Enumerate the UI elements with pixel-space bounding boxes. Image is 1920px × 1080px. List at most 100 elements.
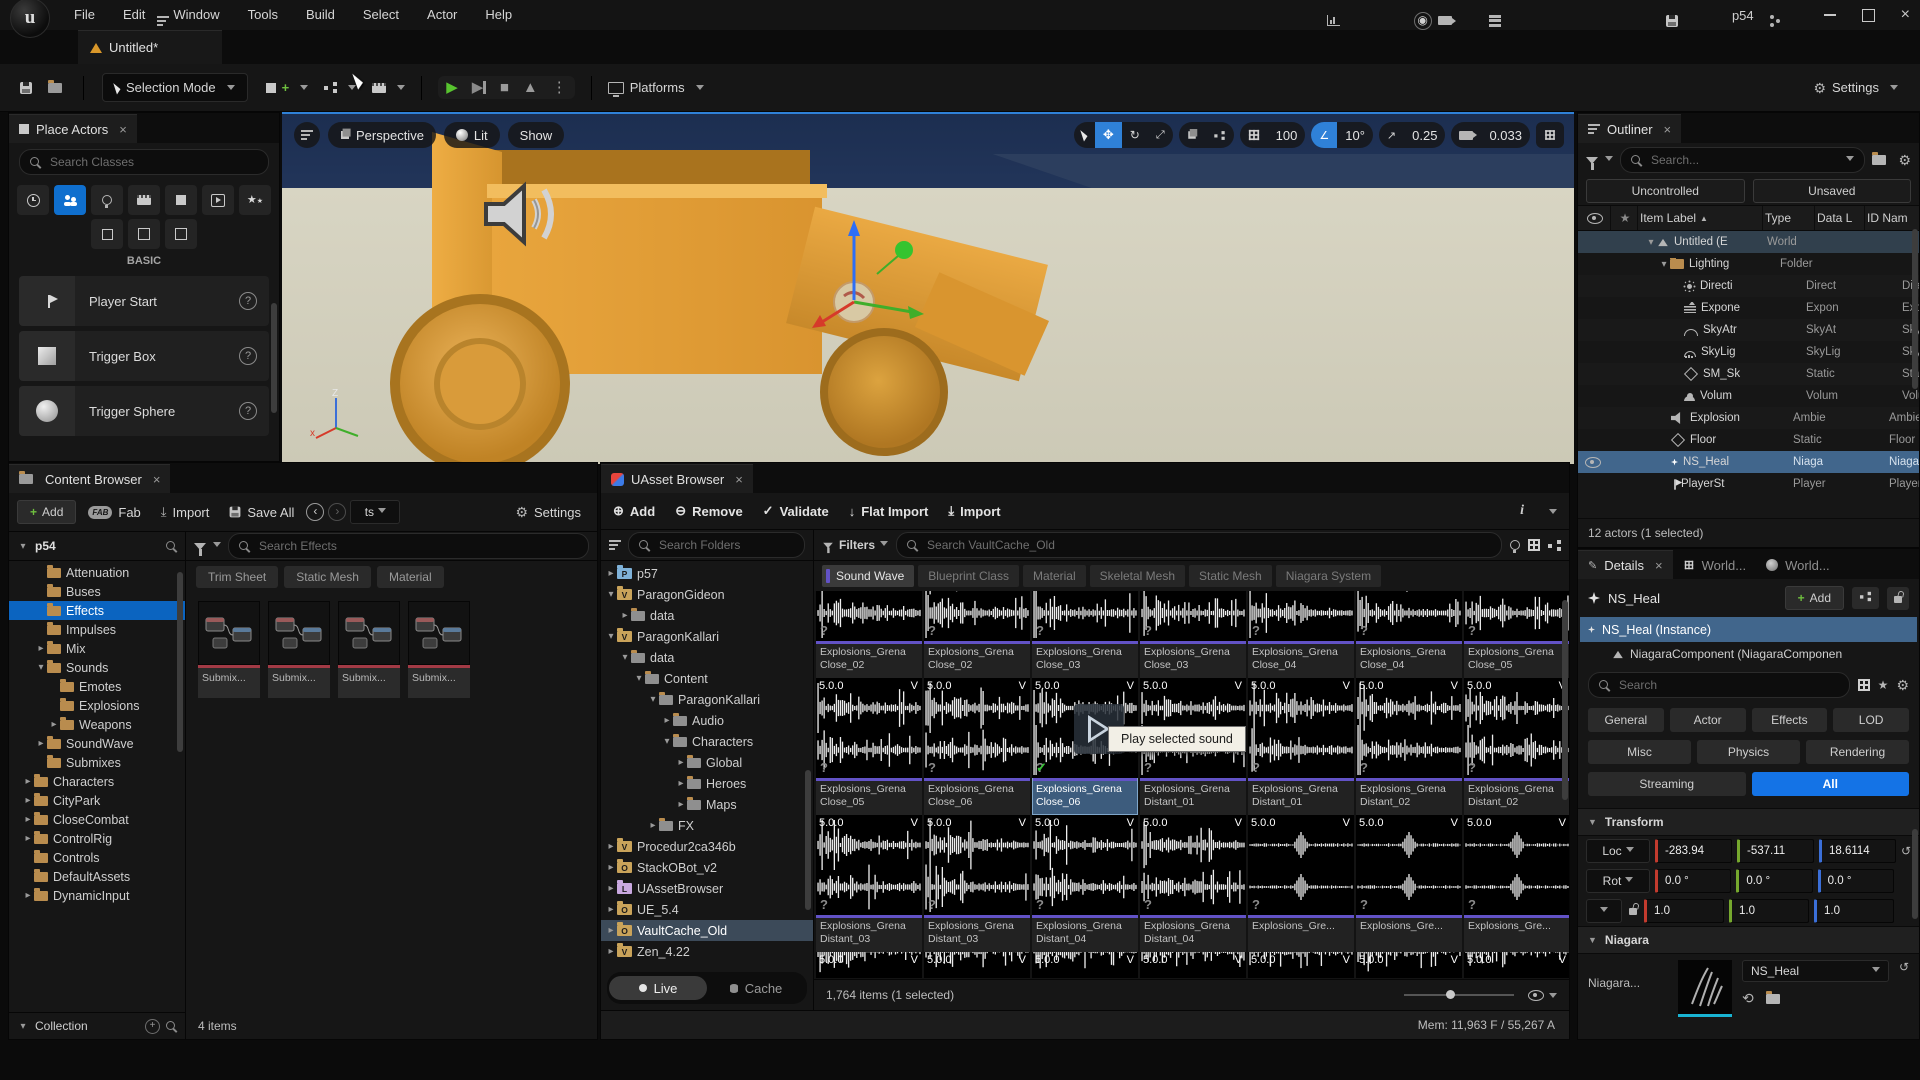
sound-asset-tile[interactable]: 5.0.0V? Explosions_GrenaDistant_01 — [1248, 678, 1354, 815]
sound-asset-tile[interactable]: 5.0.0V? Explosions_GrenaDistant_02 — [1464, 678, 1569, 815]
help-icon[interactable]: ? — [239, 347, 257, 365]
outliner-row[interactable]: Floor Static Floor — [1578, 429, 1919, 451]
sound-asset-tile[interactable]: ? Explosions_GrenaClose_02 — [816, 591, 922, 678]
id-name-column-header[interactable]: ID Nam — [1865, 206, 1919, 230]
skip-button[interactable]: ▶ — [472, 80, 486, 95]
display-options-icon[interactable] — [1858, 679, 1870, 691]
sound-asset-tile[interactable]: 5.0.0V — [1248, 952, 1354, 978]
vault-folder-Maps[interactable]: ▸Maps — [601, 794, 813, 815]
sound-asset-tile[interactable]: ? Explosions_GrenaClose_04 — [1356, 591, 1462, 678]
folder-Effects[interactable]: Effects — [9, 601, 185, 620]
sound-asset-tile[interactable]: 5.0.0V — [1464, 952, 1569, 978]
submix-asset-tile[interactable]: Submix... — [338, 601, 400, 698]
sound-asset-tile[interactable]: 5.0.0V — [1140, 952, 1246, 978]
search-classes-field[interactable] — [19, 149, 269, 175]
data-layer-column-header[interactable]: Data L — [1815, 206, 1865, 230]
content-settings-dropdown[interactable]: ⚙Settings — [507, 499, 589, 526]
chevron-down-icon[interactable] — [1549, 509, 1557, 518]
grid-snap-toggle[interactable] — [1240, 122, 1268, 148]
folder-Mix[interactable]: ▸Mix — [9, 639, 185, 658]
filter-chip-static-mesh[interactable]: Static Mesh — [284, 566, 371, 588]
live-toggle[interactable]: Live — [609, 976, 707, 1000]
details-chip-effects[interactable]: Effects — [1752, 708, 1828, 732]
view-options-icon[interactable] — [1528, 990, 1544, 1001]
surface-snap-toggle[interactable] — [1205, 122, 1234, 148]
sound-asset-tile[interactable]: 5.0.0V? Explosions_Gre... — [1248, 815, 1354, 952]
vault-folder-Content[interactable]: ▾Content — [601, 668, 813, 689]
sound-asset-tile[interactable]: 5.0.0V? Explosions_GrenaDistant_03 — [816, 815, 922, 952]
browse-button[interactable] — [40, 77, 75, 99]
transform-gizmo[interactable] — [782, 200, 952, 350]
sound-asset-tile[interactable]: 5.0.0V — [924, 952, 1030, 978]
stop-button[interactable]: ■ — [500, 80, 509, 95]
outliner-row[interactable]: Explosion Ambie Ambie — [1578, 407, 1919, 429]
vault-folder-ParagonKallari[interactable]: ▾ParagonKallari — [601, 689, 813, 710]
cinematics-dropdown[interactable] — [364, 75, 413, 100]
niagara-thumbnail[interactable] — [1678, 960, 1732, 1017]
sound-asset-tile[interactable]: ? Explosions_GrenaClose_04 — [1248, 591, 1354, 678]
filter-chip-trim-sheet[interactable]: Trim Sheet — [196, 566, 278, 588]
menu-build[interactable]: Build — [292, 0, 349, 30]
info-icon[interactable]: i — [1520, 503, 1524, 519]
submix-asset-tile[interactable]: Submix... — [408, 601, 470, 698]
category-cinematic-icon[interactable] — [128, 185, 160, 215]
level-tab[interactable]: Untitled* — [78, 30, 222, 64]
vault-folder-UAssetBrowser[interactable]: ▸LUAssetBrowser — [601, 878, 813, 899]
camera-speed-value[interactable]: 0.033 — [1481, 122, 1530, 148]
transform-section-header[interactable]: ▼Transform — [1578, 808, 1919, 836]
select-tool[interactable] — [1074, 122, 1095, 148]
place-actors-tab[interactable]: Place Actors × — [9, 114, 137, 143]
uasset-add-button[interactable]: ⊕Add — [613, 503, 655, 519]
category-basic-icon[interactable] — [54, 185, 86, 215]
favorites-icon[interactable]: ★ — [1878, 678, 1889, 692]
vault-folder-data[interactable]: ▾data — [601, 647, 813, 668]
tree-scrollbar[interactable] — [177, 572, 183, 752]
rotation-snap-value[interactable]: 10° — [1337, 122, 1373, 148]
location-z-field[interactable]: 18.6114 — [1819, 839, 1896, 863]
close-button[interactable]: × — [1901, 7, 1910, 23]
outliner-row[interactable]: NS_Heal Niaga Niaga — [1578, 451, 1919, 473]
use-selected-asset-icon[interactable]: ⟲ — [1742, 990, 1754, 1007]
uncontrolled-badge[interactable]: Uncontrolled — [1586, 179, 1745, 203]
sound-asset-tile[interactable]: ? Explosions_GrenaClose_03 — [1140, 591, 1246, 678]
details-chip-misc[interactable]: Misc — [1588, 740, 1691, 764]
type-chip-sound-wave[interactable]: Sound Wave — [822, 565, 914, 587]
vault-folder-ParagonGideon[interactable]: ▾VParagonGideon — [601, 584, 813, 605]
snapshot-icon[interactable] — [1438, 16, 1452, 25]
outliner-row[interactable]: ▾Lighting Folder — [1578, 253, 1919, 275]
niagara-section-header[interactable]: ▼Niagara — [1578, 926, 1919, 954]
folder-SoundWave[interactable]: ▸SoundWave — [9, 734, 185, 753]
type-chip-skeletal-mesh[interactable]: Skeletal Mesh — [1090, 565, 1185, 587]
uasset-validate-button[interactable]: ✓Validate — [763, 503, 829, 519]
category-all-classes-icon[interactable] — [165, 219, 197, 249]
tree-view-icon[interactable] — [609, 540, 621, 550]
folder-Impulses[interactable]: Impulses — [9, 620, 185, 639]
vault-folder-UE_5.4[interactable]: ▸OUE_5.4 — [601, 899, 813, 920]
search-assets-field[interactable] — [228, 533, 589, 559]
folder-Explosions[interactable]: Explosions — [9, 696, 185, 715]
category-visual-effects-icon[interactable] — [202, 185, 234, 215]
level-viewport[interactable]: Z x Perspective Lit Show ✥ ↻ ⤢ — [282, 112, 1574, 464]
outliner-search-input[interactable] — [1649, 152, 1839, 168]
fab-button[interactable]: FABFab — [80, 499, 148, 526]
maximize-viewport-icon[interactable] — [1536, 122, 1564, 148]
rotation-z-field[interactable]: 0.0 ° — [1818, 869, 1894, 893]
search-vault-input[interactable] — [925, 537, 1491, 553]
eject-button[interactable]: ▲ — [523, 80, 538, 95]
sound-asset-tile[interactable]: 5.0.0V? Explosions_GrenaClose_05 — [816, 678, 922, 815]
vault-folder-StackOBot_v2[interactable]: ▸OStackOBot_v2 — [601, 857, 813, 878]
play-button[interactable]: ▶ — [446, 80, 458, 95]
close-icon[interactable]: × — [735, 472, 743, 487]
location-x-field[interactable]: -283.94 — [1655, 839, 1732, 863]
outliner-row[interactable]: SkyAtr SkyAt SkyAt — [1578, 319, 1919, 341]
save-all-button[interactable]: Save All — [221, 499, 302, 526]
rotation-snap-toggle[interactable]: ∠ — [1311, 122, 1337, 148]
details-tab[interactable]: ✎Details× — [1578, 550, 1673, 579]
help-icon[interactable]: ? — [239, 292, 257, 310]
reset-niagara-icon[interactable]: ↺ — [1899, 960, 1909, 974]
back-icon[interactable]: ‹ — [306, 503, 324, 521]
scale-dropdown[interactable] — [1586, 899, 1622, 923]
scale-snap-toggle[interactable]: ↗ — [1379, 122, 1404, 148]
maximize-button[interactable] — [1862, 9, 1875, 22]
world-settings-tab[interactable]: World... — [1673, 551, 1757, 579]
